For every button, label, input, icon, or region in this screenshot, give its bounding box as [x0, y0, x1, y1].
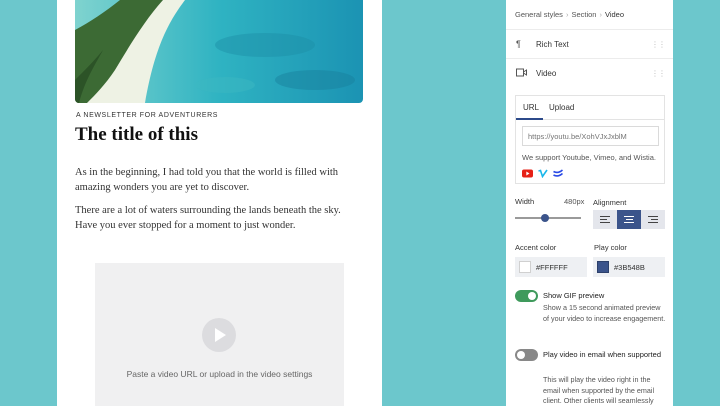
width-slider-handle[interactable]	[541, 214, 549, 222]
support-text: We support Youtube, Vimeo, and Wistia.	[522, 153, 656, 162]
video-url-input[interactable]	[522, 126, 659, 146]
width-label: Width	[515, 197, 535, 206]
accent-color-picker[interactable]: #FFFFFF	[515, 257, 587, 277]
email-title: The title of this	[75, 124, 198, 145]
video-placeholder-text: Paste a video URL or upload in the video…	[126, 369, 313, 379]
drag-handle-icon[interactable]: ⋮⋮	[651, 40, 666, 49]
breadcrumb: General styles › Section › Video	[515, 10, 624, 19]
accent-color-value: #FFFFFF	[536, 263, 568, 272]
play-color-value: #3B548B	[614, 263, 645, 272]
gif-preview-description: Show a 15 second animated preview of you…	[543, 303, 666, 323]
accent-color-label: Accent color	[515, 243, 557, 252]
video-camera-icon	[516, 68, 528, 78]
newsletter-kicker: A NEWSLETTER FOR ADVENTURERS	[76, 112, 219, 119]
block-row-rich-text[interactable]: ¶ Rich Text ⋮⋮	[506, 29, 673, 58]
play-icon	[202, 318, 236, 352]
play-in-email-title: Play video in email when supported	[543, 350, 661, 359]
width-slider[interactable]	[515, 214, 581, 222]
source-tabs: URL Upload	[516, 96, 664, 120]
block-label: Video	[536, 69, 557, 78]
video-placeholder[interactable]: Paste a video URL or upload in the video…	[95, 263, 344, 406]
play-in-email-description: This will play the video right in the em…	[543, 375, 655, 405]
email-paragraph: There are a lot of waters surrounding th…	[75, 205, 341, 231]
tab-url[interactable]: URL	[523, 103, 539, 112]
email-paragraph: As in the beginning, I had told you that…	[75, 167, 339, 193]
alignment-group	[593, 210, 665, 229]
align-center-button[interactable]	[617, 210, 641, 229]
block-row-video[interactable]: Video ⋮⋮	[506, 58, 673, 87]
paragraph-icon: ¶	[516, 39, 521, 49]
tab-upload[interactable]: Upload	[549, 103, 574, 112]
settings-panel: General styles › Section › Video ¶ Rich Text…	[506, 0, 673, 406]
chevron-right-icon: ›	[599, 10, 602, 19]
play-in-email-toggle[interactable]	[515, 349, 538, 361]
width-value: 480px	[564, 197, 585, 206]
align-right-button[interactable]	[641, 210, 665, 229]
chevron-right-icon: ›	[565, 10, 569, 19]
accent-color-swatch	[519, 261, 531, 273]
play-color-label: Play color	[594, 243, 627, 252]
play-color-picker[interactable]: #3B548B	[593, 257, 665, 277]
youtube-icon	[522, 169, 533, 178]
breadcrumb-video: Video	[604, 10, 625, 19]
active-tab-indicator	[516, 118, 543, 120]
block-label: Rich Text	[536, 40, 569, 49]
hero-image	[75, 0, 363, 103]
email-preview: A NEWSLETTER FOR ADVENTURERS The title o…	[57, 0, 382, 406]
alignment-label: Alignment	[593, 198, 627, 207]
breadcrumb-section[interactable]: Section	[571, 10, 596, 19]
gif-preview-title: Show GIF preview	[543, 291, 605, 300]
play-color-swatch	[597, 261, 609, 273]
vimeo-icon	[538, 169, 548, 178]
wistia-icon	[553, 169, 563, 177]
gif-preview-toggle[interactable]	[515, 290, 538, 302]
align-left-button[interactable]	[593, 210, 617, 229]
drag-handle-icon[interactable]: ⋮⋮	[651, 69, 666, 78]
video-source-box: URL Upload We support Youtube, Vimeo, an…	[515, 95, 665, 184]
breadcrumb-general-styles[interactable]: General styles	[515, 10, 563, 19]
